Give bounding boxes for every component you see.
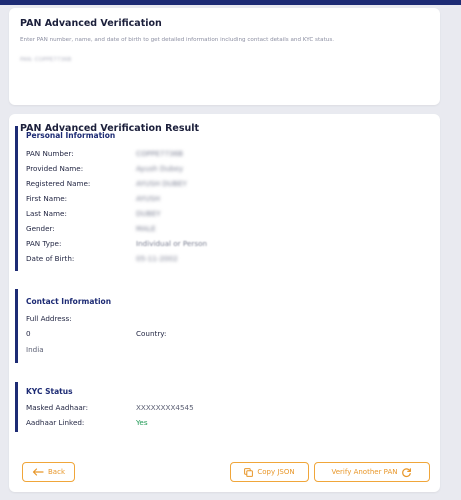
kyc-row-masked-aadhaar: Masked Aadhaar: XXXXXXXX4545	[26, 403, 406, 415]
contact-info-title: Contact Information	[26, 297, 112, 306]
kyc-row-aadhaar-linked: Aadhaar Linked: Yes	[26, 418, 406, 430]
full-address-label: Full Address:	[26, 314, 72, 323]
contact-info-section: Contact Information Full Address: 0 Coun…	[15, 289, 428, 363]
contact-row-full-address: Full Address:	[26, 314, 406, 326]
address-value: 0	[26, 329, 31, 338]
registered-name-value: AYUSH DUBEY	[136, 179, 187, 188]
aadhaar-linked-value: Yes	[136, 418, 148, 427]
registered-name-label: Registered Name:	[26, 179, 91, 188]
country-label: Country:	[136, 329, 167, 338]
personal-row-last-name: Last Name: DUBEY	[26, 209, 406, 221]
back-button[interactable]: Back	[22, 462, 75, 482]
arrow-left-icon	[32, 468, 44, 476]
masked-aadhaar-value: XXXXXXXX4545	[136, 403, 194, 412]
first-name-label: First Name:	[26, 194, 68, 203]
masked-aadhaar-label: Masked Aadhaar:	[26, 403, 89, 412]
aadhaar-linked-label: Aadhaar Linked:	[26, 418, 85, 427]
personal-row-gender: Gender: MALE	[26, 224, 406, 236]
pan-type-value: Individual or Person	[136, 239, 208, 248]
kyc-status-title: KYC Status	[26, 387, 73, 396]
personal-row-pan-number: PAN Number: COPPE7736B	[26, 149, 406, 161]
dob-value: 05-11-2002	[136, 254, 178, 263]
contact-row-country-value: India	[26, 345, 406, 357]
pan-number-label: PAN Number:	[26, 149, 74, 158]
last-name-value: DUBEY	[136, 209, 161, 218]
last-name-label: Last Name:	[26, 209, 67, 218]
personal-info-title: Personal Information	[26, 131, 116, 140]
refresh-icon	[401, 467, 412, 478]
personal-row-pan-type: PAN Type: Individual or Person	[26, 239, 406, 251]
country-value: India	[26, 345, 44, 354]
personal-row-registered-name: Registered Name: AYUSH DUBEY	[26, 179, 406, 191]
verify-another-pan-button[interactable]: Verify Another PAN	[314, 462, 430, 482]
personal-row-provided-name: Provided Name: Ayush Dubey	[26, 164, 406, 176]
back-button-label: Back	[48, 468, 65, 476]
copy-json-label: Copy JSON	[257, 468, 295, 476]
personal-info-section: Personal Information PAN Number: COPPE77…	[15, 126, 428, 271]
verification-form-card: PAN Advanced Verification Enter PAN numb…	[9, 8, 440, 105]
gender-label: Gender:	[26, 224, 55, 233]
form-title: PAN Advanced Verification	[20, 18, 162, 29]
top-accent-bar	[0, 0, 461, 5]
provided-name-value: Ayush Dubey	[136, 164, 184, 173]
pan-input-field[interactable]: PAN: COPPE7736B	[20, 57, 71, 63]
provided-name-label: Provided Name:	[26, 164, 84, 173]
pan-number-value: COPPE7736B	[136, 149, 184, 158]
first-name-value: AYUSH	[136, 194, 160, 203]
contact-row-address-country: 0 Country:	[26, 329, 406, 341]
personal-row-first-name: First Name: AYUSH	[26, 194, 406, 206]
verify-another-label: Verify Another PAN	[331, 468, 398, 476]
pan-type-label: PAN Type:	[26, 239, 62, 248]
kyc-status-section: KYC Status Masked Aadhaar: XXXXXXXX4545 …	[15, 382, 428, 432]
dob-label: Date of Birth:	[26, 254, 75, 263]
personal-row-dob: Date of Birth: 05-11-2002	[26, 254, 406, 266]
gender-value: MALE	[136, 224, 156, 233]
form-description: Enter PAN number, name, and date of birt…	[20, 37, 335, 43]
copy-icon	[244, 467, 254, 477]
copy-json-button[interactable]: Copy JSON	[230, 462, 309, 482]
